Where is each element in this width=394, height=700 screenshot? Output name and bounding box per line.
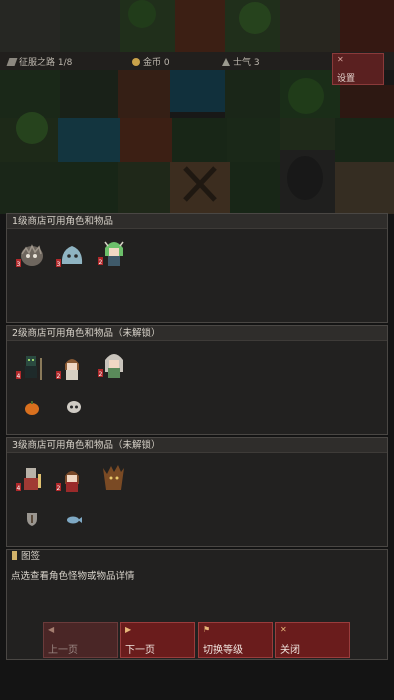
coin-icon	[132, 58, 140, 66]
bestiary-header: 图签	[7, 550, 387, 564]
shop-level-3-panel: 3级商店可用角色和物品（未解锁） 4 2	[6, 437, 388, 547]
unit-red-ranger[interactable]: 2	[55, 462, 85, 494]
shop-level-3-title: 3级商店可用角色和物品（未解锁）	[7, 438, 387, 453]
svg-text:2: 2	[57, 485, 61, 492]
settings-button[interactable]: ✕ 设置	[332, 53, 384, 85]
item-pumpkin[interactable]	[23, 398, 41, 416]
close-label: 关闭	[280, 645, 300, 656]
gold-text: 金币 0	[143, 58, 170, 68]
shop-level-1-panel: 1级商店可用角色和物品 3 3 2	[6, 213, 388, 323]
unit-furball[interactable]: 3	[15, 238, 45, 270]
next-page-button[interactable]: ▶ 下一页	[120, 622, 195, 658]
route-text: 征服之路 1/8	[19, 58, 73, 68]
item-shield[interactable]	[23, 510, 41, 528]
bestiary-hint: 点选查看角色怪物或物品详情	[11, 571, 135, 582]
unit-brown-warrior[interactable]: 2	[55, 350, 85, 382]
item-fish[interactable]	[65, 510, 83, 528]
svg-text:2: 2	[57, 373, 61, 380]
morale-icon	[222, 58, 230, 66]
flag-icon: ⚑	[203, 625, 211, 634]
unit-slime[interactable]: 3	[55, 238, 85, 270]
prev-page-button[interactable]: ◀ 上一页	[43, 622, 118, 658]
shop-level-2-panel: 2级商店可用角色和物品（未解锁） 4 2 2	[6, 325, 388, 435]
next-page-label: 下一页	[125, 645, 155, 656]
shop-level-2-title: 2级商店可用角色和物品（未解锁）	[7, 326, 387, 341]
close-button[interactable]: ✕ 关闭	[275, 622, 350, 658]
svg-text:2: 2	[99, 259, 103, 266]
unit-dark-knight[interactable]: 4	[15, 350, 45, 382]
svg-text:3: 3	[17, 261, 21, 268]
svg-text:3: 3	[57, 261, 61, 268]
settings-label: 设置	[337, 74, 356, 84]
close-icon: ✕	[280, 625, 287, 634]
svg-text:4: 4	[17, 485, 21, 492]
unit-treant[interactable]	[97, 460, 127, 492]
bestiary-title: 图签	[21, 551, 41, 562]
shop-level-1-title: 1级商店可用角色和物品	[7, 214, 387, 229]
switch-level-label: 切换等级	[203, 645, 243, 656]
unit-green-haired-girl[interactable]: 2	[97, 236, 127, 268]
morale-indicator: 士气 3	[222, 55, 260, 68]
svg-text:4: 4	[17, 373, 21, 380]
unit-silver-haired-mage[interactable]: 2	[97, 348, 127, 380]
route-icon	[6, 58, 18, 66]
unit-armored-paladin[interactable]: 4	[15, 462, 45, 494]
book-icon	[12, 551, 17, 560]
morale-text: 士气 3	[233, 58, 260, 68]
prev-page-label: 上一页	[48, 645, 78, 656]
gold-indicator: 金币 0	[132, 55, 170, 68]
arrow-right-icon: ▶	[125, 625, 132, 634]
switch-level-button[interactable]: ⚑ 切换等级	[198, 622, 273, 658]
svg-text:2: 2	[99, 371, 103, 378]
settings-glyph-icon: ✕	[337, 55, 344, 64]
item-skull[interactable]	[65, 398, 83, 416]
route-indicator: 征服之路 1/8	[6, 55, 73, 68]
arrow-left-icon: ◀	[48, 625, 55, 634]
